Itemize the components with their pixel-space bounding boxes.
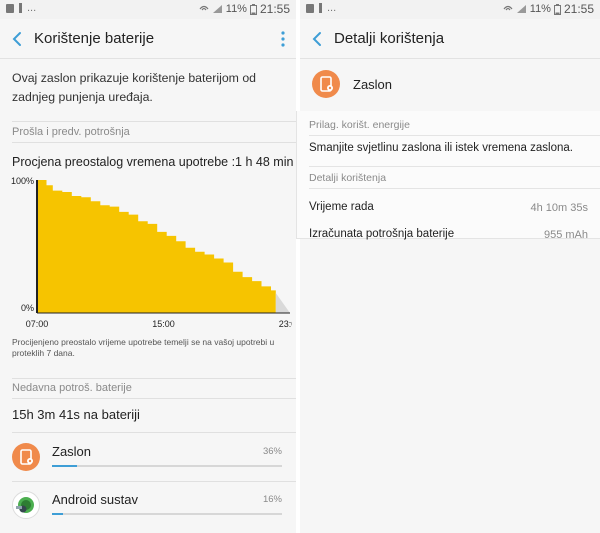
android-icon	[12, 491, 40, 519]
chart-y-tick-100: 100%	[11, 176, 34, 186]
app-percent: 36%	[262, 446, 282, 457]
list-item-app-usage[interactable]: Zaslon 36%	[0, 434, 296, 482]
battery-icon	[553, 3, 561, 15]
divider	[309, 166, 600, 167]
notification-icon	[19, 3, 22, 13]
detail-item-header: Zaslon	[300, 59, 600, 109]
detail-value-consumption: 955 mAh	[543, 229, 588, 241]
app-name: Zaslon	[52, 444, 92, 459]
more-options-icon[interactable]	[280, 29, 286, 49]
notification-icon	[6, 3, 14, 13]
usage-bar	[52, 465, 282, 467]
clock: 21:55	[563, 2, 594, 16]
usage-details-card: Prilag. korišt. energije Smanjite svjetl…	[296, 111, 600, 241]
nfc-icon	[199, 5, 209, 11]
battery-percent: 11%	[225, 3, 247, 15]
divider	[12, 398, 296, 399]
status-bar: ... 11% 21:55	[0, 0, 296, 19]
signal-icon	[212, 5, 222, 13]
detail-item-name: Zaslon	[353, 77, 393, 92]
divider	[12, 121, 296, 122]
more-notifications-icon: ...	[327, 2, 337, 14]
clock: 21:55	[259, 2, 290, 16]
divider	[309, 188, 600, 189]
nfc-icon	[503, 5, 513, 11]
chart-x-tick-2300: 23:00	[279, 319, 292, 329]
remaining-time-estimate: Procjena preostalog vremena upotrebe :1 …	[12, 155, 294, 169]
section-header-usage-details: Detalji korištenja	[309, 172, 387, 184]
back-arrow-icon[interactable]	[8, 28, 28, 50]
usage-details-screen: ... 11% 21:55 Detalji korištenja Zaslon	[300, 0, 600, 533]
list-item-app-usage[interactable]: Android sustav 16%	[0, 482, 296, 530]
section-header-adjust-power: Prilag. korišt. energije	[309, 119, 410, 131]
estimate-footnote: Procijenjeno preostalo vrijeme upotrebe …	[12, 337, 275, 358]
battery-chart: 100% 0% 07:00 15:00 23:00	[11, 176, 292, 329]
section-header-recent-usage: Nedavna potroš. baterije	[12, 382, 132, 394]
time-on-battery: 15h 3m 41s na bateriji	[12, 407, 140, 422]
app-name: Android sustav	[52, 492, 138, 507]
usage-bar-fill	[52, 465, 77, 467]
screen-icon	[312, 70, 340, 98]
detail-label-run-time: Vrijeme rada	[309, 201, 374, 213]
screen-icon	[12, 443, 40, 471]
more-notifications-icon: ...	[27, 2, 37, 14]
back-arrow-icon[interactable]	[308, 28, 328, 50]
battery-usage-screen: ... 11% 21:55 Korištenje baterije Ovaj z…	[0, 0, 296, 533]
usage-bar-fill	[52, 513, 64, 515]
notification-icon	[319, 3, 322, 13]
notification-icon	[306, 3, 314, 13]
section-header-past-usage: Prošla i predv. potrošnja	[12, 126, 130, 138]
detail-label-consumption: Izračunata potrošnja baterije	[309, 228, 455, 240]
battery-percent: 11%	[529, 3, 551, 15]
app-bar: Korištenje baterije	[0, 19, 296, 59]
page-title: Korištenje baterije	[34, 30, 155, 47]
screen-description: Ovaj zaslon prikazuje korištenje baterij…	[12, 71, 257, 104]
app-bar: Detalji korištenja	[300, 19, 600, 59]
page-title: Detalji korištenja	[334, 30, 445, 47]
divider	[12, 432, 296, 433]
chart-area-predicted	[275, 293, 290, 313]
chart-x-tick-1500: 15:00	[152, 319, 175, 329]
chart-x-tick-0700: 07:00	[26, 319, 49, 329]
app-percent: 16%	[262, 494, 282, 505]
detail-value-run-time: 4h 10m 35s	[530, 202, 588, 214]
power-tip-link[interactable]: Smanjite svjetlinu zaslona ili istek vre…	[309, 142, 573, 154]
signal-icon	[516, 5, 526, 13]
divider	[309, 135, 600, 136]
status-bar: ... 11% 21:55	[300, 0, 600, 19]
divider	[12, 378, 296, 379]
battery-icon	[249, 3, 257, 15]
divider	[12, 142, 296, 143]
chart-y-tick-0: 0%	[21, 303, 34, 313]
usage-bar	[52, 513, 282, 515]
chart-area-actual	[37, 180, 276, 313]
